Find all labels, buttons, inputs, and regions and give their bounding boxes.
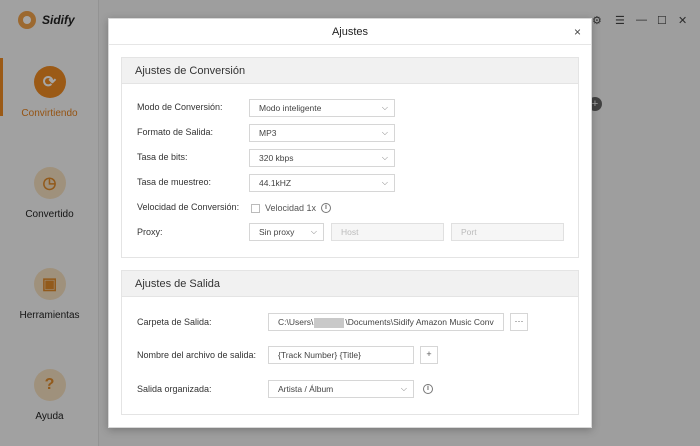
proxy-row: Proxy: (137, 227, 163, 237)
speed-option-label: Velocidad 1x (265, 203, 317, 213)
chevron-down-icon: ⌵ (381, 128, 388, 137)
bitrate-value: 320 kbps (259, 153, 294, 163)
organized-label: Salida organizada: (137, 384, 212, 394)
browse-folder-button[interactable]: ··· (510, 313, 528, 331)
bitrate-label: Tasa de bits: (137, 152, 188, 162)
output-folder-field[interactable]: C:\Users\ \Documents\Sidify Amazon Music … (268, 313, 504, 331)
bitrate-select[interactable]: 320 kbps ⌵ (249, 149, 395, 167)
folder-prefix: C:\Users\ (278, 317, 314, 327)
chevron-down-icon: ⌵ (381, 153, 388, 162)
samplerate-value: 44.1kHZ (259, 178, 292, 188)
proxy-value: Sin proxy (259, 227, 295, 237)
mode-row: Modo de Conversión: (137, 102, 223, 112)
mode-label: Modo de Conversión: (137, 102, 223, 112)
host-input[interactable]: Host (331, 223, 444, 241)
mode-value: Modo inteligente (259, 103, 322, 113)
format-select[interactable]: MP3 ⌵ (249, 124, 395, 142)
filename-label: Nombre del archivo de salida: (137, 350, 257, 360)
filename-row: Nombre del archivo de salida: (137, 350, 256, 360)
speed-checkbox[interactable] (251, 204, 260, 213)
organized-select[interactable]: Artista / Álbum ⌵ (268, 380, 414, 398)
format-value: MP3 (259, 128, 277, 138)
output-filename-field[interactable]: {Track Number} {Title} (268, 346, 414, 364)
speed-row: Velocidad de Conversión: (137, 202, 239, 212)
dialog-title-text: Ajustes (331, 26, 369, 38)
section-heading: Ajustes de Conversión (122, 58, 578, 84)
host-placeholder: Host (341, 227, 359, 237)
mode-select[interactable]: Modo inteligente ⌵ (249, 99, 395, 117)
organized-value: Artista / Álbum (278, 384, 334, 394)
redacted-username (314, 317, 345, 328)
format-row: Formato de Salida: (137, 127, 213, 137)
organized-row: Salida organizada: (137, 384, 212, 394)
chevron-down-icon: ⌵ (381, 178, 388, 187)
samplerate-label: Tasa de muestreo: (137, 177, 212, 187)
output-settings-section: Ajustes de Salida Carpeta de Salida: C:\… (121, 270, 579, 415)
format-label: Formato de Salida: (137, 127, 214, 137)
port-placeholder: Port (461, 227, 477, 237)
proxy-label: Proxy: (137, 227, 163, 237)
speed-label: Velocidad de Conversión: (137, 202, 240, 212)
settings-dialog: Ajustes × Ajustes de Conversión Modo de … (108, 18, 592, 428)
add-filename-tag-button[interactable]: + (420, 346, 438, 364)
folder-label: Carpeta de Salida: (137, 317, 212, 327)
close-icon[interactable]: × (574, 19, 581, 45)
chevron-down-icon: ⌵ (310, 227, 317, 236)
folder-suffix: \Documents\Sidify Amazon Music Conv (345, 317, 494, 327)
section-heading: Ajustes de Salida (122, 271, 578, 297)
info-icon[interactable]: i (321, 203, 331, 213)
conversion-settings-section: Ajustes de Conversión Modo de Conversión… (121, 57, 579, 258)
samplerate-select[interactable]: 44.1kHZ ⌵ (249, 174, 395, 192)
folder-row: Carpeta de Salida: (137, 317, 212, 327)
samplerate-row: Tasa de muestreo: (137, 177, 211, 187)
bitrate-row: Tasa de bits: (137, 152, 188, 162)
proxy-select[interactable]: Sin proxy ⌵ (249, 223, 324, 241)
chevron-down-icon: ⌵ (400, 384, 407, 393)
filename-value: {Track Number} {Title} (278, 350, 361, 360)
port-input[interactable]: Port (451, 223, 564, 241)
chevron-down-icon: ⌵ (381, 103, 388, 112)
dialog-title: Ajustes × (109, 19, 591, 45)
info-icon[interactable]: i (423, 384, 433, 394)
